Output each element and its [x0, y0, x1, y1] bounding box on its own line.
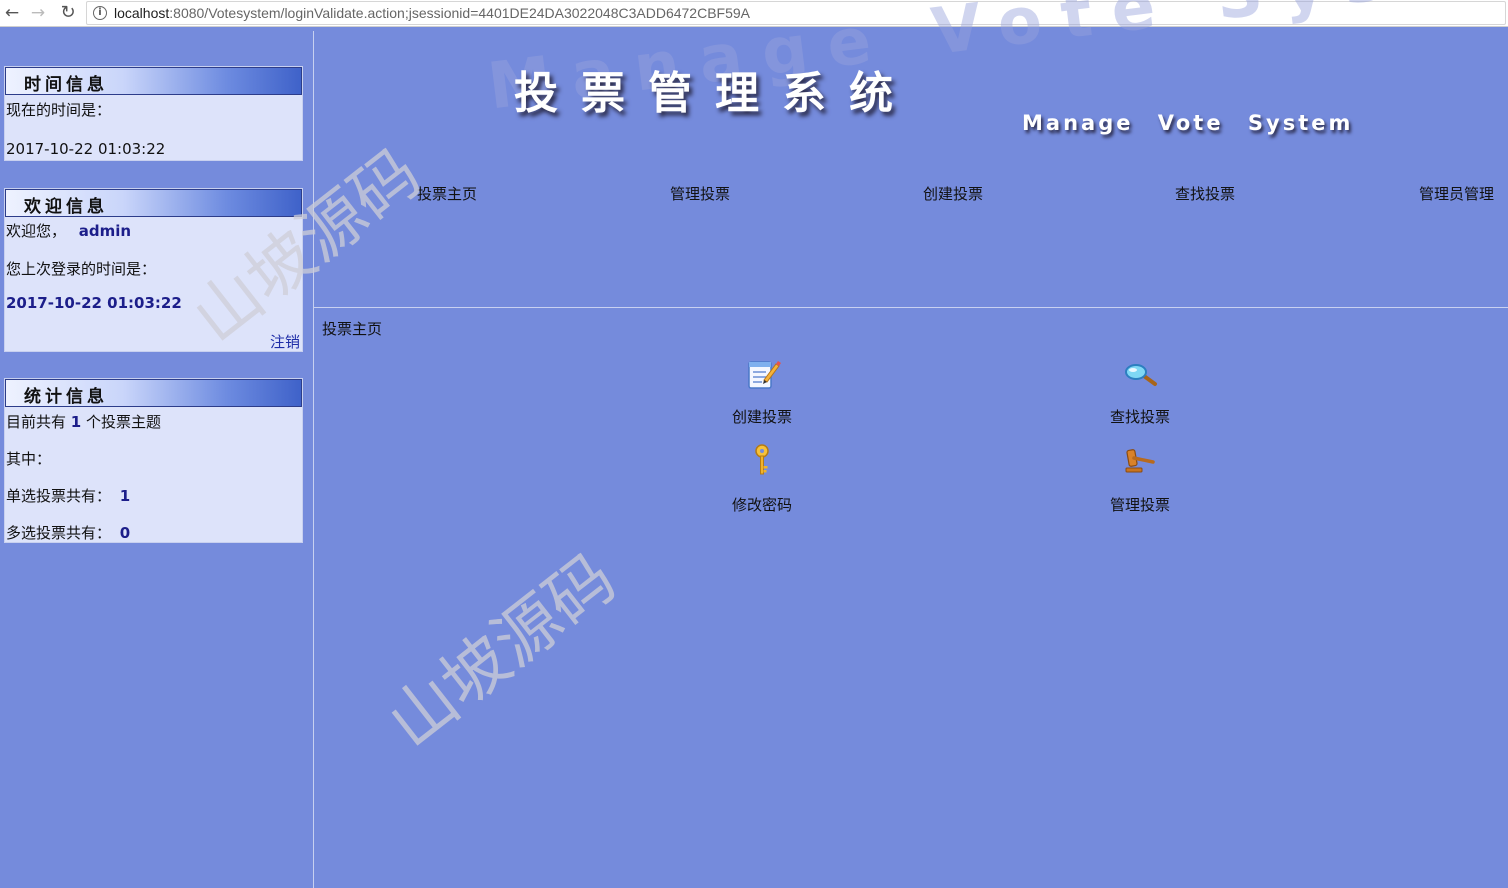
reload-icon[interactable]: ↻	[57, 2, 79, 24]
single-vote-line: 单选投票共有： 1	[6, 485, 130, 506]
panel-title: 统计信息	[24, 387, 108, 407]
create-vote-action[interactable]: 创建投票	[717, 353, 807, 427]
forward-arrow-icon[interactable]: →	[27, 2, 49, 24]
gavel-icon[interactable]	[1120, 441, 1160, 481]
main-frame: Manage Vote System 投票管理系统 Manage Vote Sy…	[314, 0, 1508, 888]
page-title-en: Manage Vote System	[1022, 111, 1354, 135]
panel-header: 欢迎信息	[5, 189, 302, 217]
action-label[interactable]: 管理投票	[1095, 494, 1185, 515]
current-time-label: 现在的时间是：	[6, 101, 112, 119]
manage-votes-action[interactable]: 管理投票	[1095, 441, 1185, 515]
url-text[interactable]: localhost:8080/Votesystem/loginValidate.…	[114, 5, 750, 21]
panel-title: 时间信息	[24, 75, 108, 95]
panel-header: 时间信息	[5, 67, 302, 95]
panel-header: 统计信息	[5, 379, 302, 407]
username: admin	[78, 222, 132, 240]
nav-vote-home[interactable]: 投票主页	[417, 183, 477, 204]
total-suffix: 个投票主题	[86, 413, 162, 431]
total-topics-line: 目前共有 1 个投票主题	[6, 411, 161, 432]
total-prefix: 目前共有	[6, 413, 67, 431]
multi-count: 0	[119, 524, 131, 542]
page-title-cn: 投票管理系统	[514, 68, 916, 119]
panel-title: 欢迎信息	[24, 197, 108, 217]
single-count: 1	[119, 487, 131, 505]
left-sidebar-frame: 时间信息 现在的时间是： 2017-10-22 01:03:22 欢迎信息 欢迎…	[0, 31, 313, 888]
info-icon[interactable]: i	[93, 6, 107, 20]
single-label: 单选投票共有：	[6, 487, 112, 505]
action-label[interactable]: 创建投票	[717, 406, 807, 427]
key-icon[interactable]	[742, 441, 782, 481]
greeting-text: 欢迎您，	[6, 222, 67, 240]
magnifier-icon[interactable]	[1120, 353, 1160, 393]
back-arrow-icon[interactable]: ←	[1, 2, 23, 24]
stats-info-panel: 统计信息 目前共有 1 个投票主题 其中： 单选投票共有： 1 多选投票共有： …	[4, 378, 303, 543]
nav-admin-manage[interactable]: 管理员管理	[1419, 183, 1494, 204]
change-password-action[interactable]: 修改密码	[717, 441, 807, 515]
action-label[interactable]: 修改密码	[717, 494, 807, 515]
nav-search-vote[interactable]: 查找投票	[1175, 183, 1235, 204]
action-label[interactable]: 查找投票	[1095, 406, 1185, 427]
nav-create-vote[interactable]: 创建投票	[923, 183, 983, 204]
last-login-label: 您上次登录的时间是：	[6, 260, 157, 278]
multi-vote-line: 多选投票共有： 0	[6, 522, 130, 543]
breadcrumb: 投票主页	[322, 320, 383, 338]
time-info-panel: 时间信息 现在的时间是： 2017-10-22 01:03:22	[4, 66, 303, 161]
welcome-info-panel: 欢迎信息 欢迎您， admin 您上次登录的时间是： 2017-10-22 01…	[4, 188, 303, 352]
greeting-line: 欢迎您， admin	[6, 220, 131, 241]
last-login-time: 2017-10-22 01:03:22	[6, 294, 182, 312]
total-count: 1	[70, 413, 82, 431]
logout-link[interactable]: 注销	[270, 331, 300, 352]
header-divider	[314, 307, 1508, 308]
among-label: 其中：	[6, 450, 52, 468]
search-vote-action[interactable]: 查找投票	[1095, 353, 1185, 427]
nav-manage-votes[interactable]: 管理投票	[670, 183, 730, 204]
edit-document-icon[interactable]	[742, 353, 782, 393]
current-time-value: 2017-10-22 01:03:22	[6, 140, 166, 158]
multi-label: 多选投票共有：	[6, 524, 112, 542]
